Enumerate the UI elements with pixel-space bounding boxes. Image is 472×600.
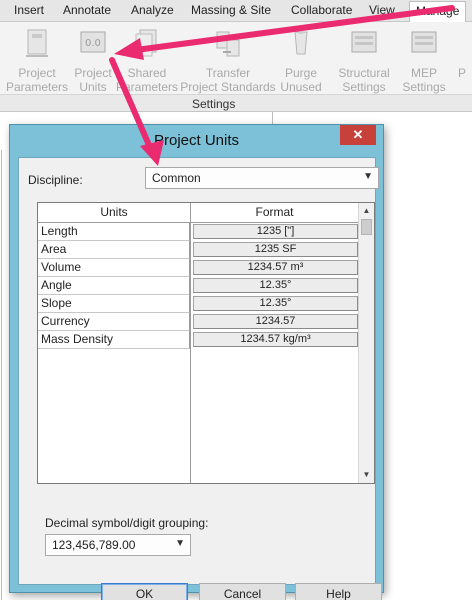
decimal-grouping-value: 123,456,789.00 bbox=[52, 538, 136, 552]
transfer-standards-icon bbox=[213, 26, 243, 62]
chevron-down-icon: ▼ bbox=[175, 538, 185, 549]
tab-collaborate[interactable]: Collaborate bbox=[291, 3, 352, 20]
tab-view[interactable]: View bbox=[369, 3, 395, 20]
purge-unused-button[interactable]: Purge Unused bbox=[278, 26, 324, 94]
format-button[interactable]: 1234.57 m³ bbox=[193, 260, 358, 275]
help-button[interactable]: Help bbox=[295, 583, 382, 600]
format-button[interactable]: 12.35° bbox=[193, 296, 358, 311]
table-row-unit: Angle bbox=[38, 277, 190, 295]
mep-settings-button[interactable]: MEP Settings bbox=[398, 26, 450, 94]
discipline-label: Discipline: bbox=[28, 173, 83, 187]
decimal-grouping-label: Decimal symbol/digit grouping: bbox=[45, 516, 209, 530]
project-parameters-label2: Parameters bbox=[6, 80, 69, 94]
project-parameters-button[interactable]: Project Parameters bbox=[6, 26, 68, 94]
dialog-body: Discipline: Common ▼ Units Format Length… bbox=[18, 157, 382, 600]
table-row-unit: Area bbox=[38, 241, 190, 259]
project-units-label2: Units bbox=[79, 80, 107, 94]
dialog-title: Project Units bbox=[153, 132, 240, 149]
mep-settings-label1: MEP bbox=[410, 66, 437, 80]
structural-settings-icon bbox=[349, 26, 379, 62]
column-divider bbox=[190, 223, 191, 483]
ribbon-group-bar: Settings bbox=[0, 94, 472, 112]
table-row-unit: Slope bbox=[38, 295, 190, 313]
transfer-standards-label2: Project Standards bbox=[180, 80, 276, 94]
tab-annotate[interactable]: Annotate bbox=[63, 3, 111, 20]
mep-settings-icon bbox=[409, 26, 439, 62]
tab-massing-site[interactable]: Massing & Site bbox=[191, 3, 271, 20]
discipline-value: Common bbox=[152, 171, 201, 185]
table-row-unit: Mass Density bbox=[38, 331, 190, 349]
truncated-ribbon-button[interactable]: P bbox=[458, 66, 472, 80]
scroll-down-arrow-icon[interactable]: ▼ bbox=[359, 467, 374, 483]
tab-insert[interactable]: Insert bbox=[14, 3, 44, 20]
project-parameters-label1: Project bbox=[18, 66, 56, 80]
discipline-dropdown[interactable]: Common ▼ bbox=[145, 167, 379, 189]
purge-unused-icon bbox=[286, 26, 316, 62]
table-row-unit: Volume bbox=[38, 259, 190, 277]
settings-group-label: Settings bbox=[192, 97, 236, 111]
shared-parameters-label2: Parameters bbox=[116, 80, 179, 94]
table-row-unit: Length bbox=[38, 223, 190, 241]
cancel-button[interactable]: Cancel bbox=[199, 583, 286, 600]
chevron-down-icon: ▼ bbox=[363, 171, 373, 182]
format-button[interactable]: 1235 SF bbox=[193, 242, 358, 257]
structural-settings-label1: Structural bbox=[338, 66, 390, 80]
table-scrollbar[interactable]: ▲ ▼ bbox=[358, 203, 374, 483]
transfer-standards-button[interactable]: Transfer Project Standards bbox=[180, 26, 276, 94]
background-divider-mid bbox=[272, 112, 273, 124]
scroll-thumb[interactable] bbox=[361, 219, 372, 235]
format-button[interactable]: 1234.57 bbox=[193, 314, 358, 329]
transfer-standards-label1: Transfer bbox=[205, 66, 251, 80]
project-units-label1: Project bbox=[74, 66, 112, 80]
background-divider-left bbox=[1, 150, 2, 600]
format-button[interactable]: 12.35° bbox=[193, 278, 358, 293]
scroll-up-arrow-icon[interactable]: ▲ bbox=[359, 203, 374, 219]
shared-parameters-icon bbox=[132, 26, 162, 62]
ribbon-panel: Project Parameters 0.0 Project Units Sha… bbox=[0, 22, 472, 94]
mep-settings-label2: Settings bbox=[402, 80, 446, 94]
project-units-dialog: Project Units ✕ Discipline: Common ▼ Uni… bbox=[9, 124, 384, 600]
truncated-label: P bbox=[458, 66, 467, 80]
units-table: Units Format Length 1235 ["] Area 1235 S… bbox=[37, 202, 375, 484]
tab-manage[interactable]: Manage bbox=[409, 1, 467, 22]
purge-unused-label2: Unused bbox=[280, 80, 322, 94]
structural-settings-label2: Settings bbox=[342, 80, 386, 94]
project-units-icon: 0.0 bbox=[78, 26, 108, 62]
dialog-close-button[interactable]: ✕ bbox=[340, 125, 376, 145]
format-button[interactable]: 1234.57 kg/m³ bbox=[193, 332, 358, 347]
svg-text:0.0: 0.0 bbox=[85, 38, 101, 49]
purge-unused-label1: Purge bbox=[284, 66, 318, 80]
structural-settings-button[interactable]: Structural Settings bbox=[333, 26, 395, 94]
units-column-header[interactable]: Units bbox=[38, 203, 191, 223]
format-column-header[interactable]: Format bbox=[191, 203, 359, 223]
tab-analyze[interactable]: Analyze bbox=[131, 3, 174, 20]
project-units-button[interactable]: 0.0 Project Units bbox=[69, 26, 117, 94]
table-row-unit: Currency bbox=[38, 313, 190, 331]
ok-button[interactable]: OK bbox=[101, 583, 188, 600]
decimal-grouping-dropdown[interactable]: 123,456,789.00 ▼ bbox=[45, 534, 191, 556]
format-button[interactable]: 1235 ["] bbox=[193, 224, 358, 239]
shared-parameters-button[interactable]: Shared Parameters bbox=[116, 26, 178, 94]
shared-parameters-label1: Shared bbox=[127, 66, 167, 80]
ribbon-tab-bar: Insert Annotate Analyze Massing & Site C… bbox=[0, 0, 472, 22]
project-parameters-icon bbox=[22, 26, 52, 62]
